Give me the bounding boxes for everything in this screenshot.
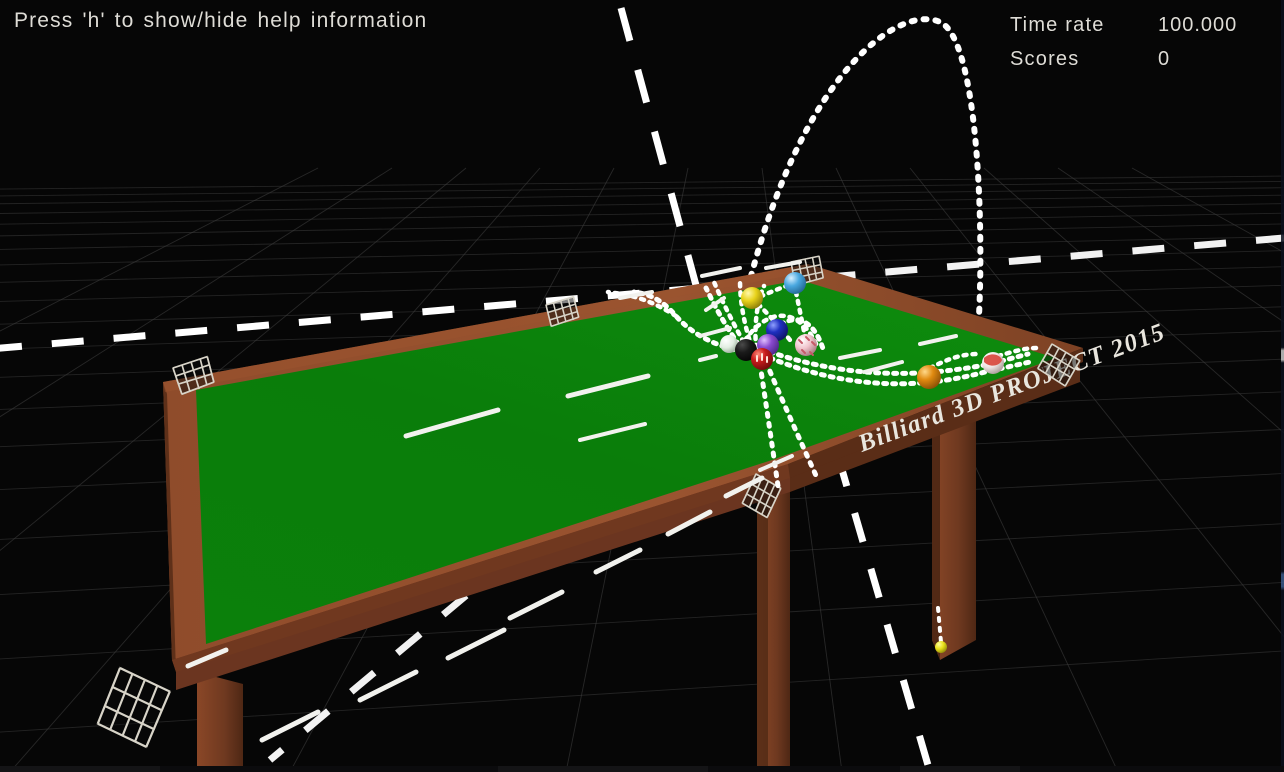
help-token-4: help [257,9,302,32]
help-hint-text: Press 'h' to show/hide help information [14,9,427,33]
ball-orange [917,365,941,389]
stats-panel: Time rate 100.000 Scores 0 [1010,8,1268,76]
stat-row-scores: Scores 0 [1010,42,1268,76]
help-token-1: 'h' [82,9,106,32]
billiard-3d-scene[interactable]: Billiard 3D PROJECT 2015 ™ [0,0,1284,772]
scores-label: Scores [1010,48,1080,70]
stat-row-time-rate: Time rate 100.000 [1010,8,1268,42]
help-token-3: show/hide [143,9,249,32]
time-rate-value: 100.000 [1158,14,1238,36]
time-rate-label: Time rate [1010,14,1105,36]
ball-cyan [784,272,806,294]
help-token-5: information [310,9,428,32]
help-token-2: to [114,9,135,32]
ball-falling-yellow [935,641,947,653]
ball-yellow [741,287,763,309]
window-bottom-edge [0,766,1284,772]
billiard-3d-app[interactable]: Billiard 3D PROJECT 2015 ™ [0,0,1284,772]
scores-value: 0 [1158,48,1171,70]
help-token-0: Press [14,9,74,32]
